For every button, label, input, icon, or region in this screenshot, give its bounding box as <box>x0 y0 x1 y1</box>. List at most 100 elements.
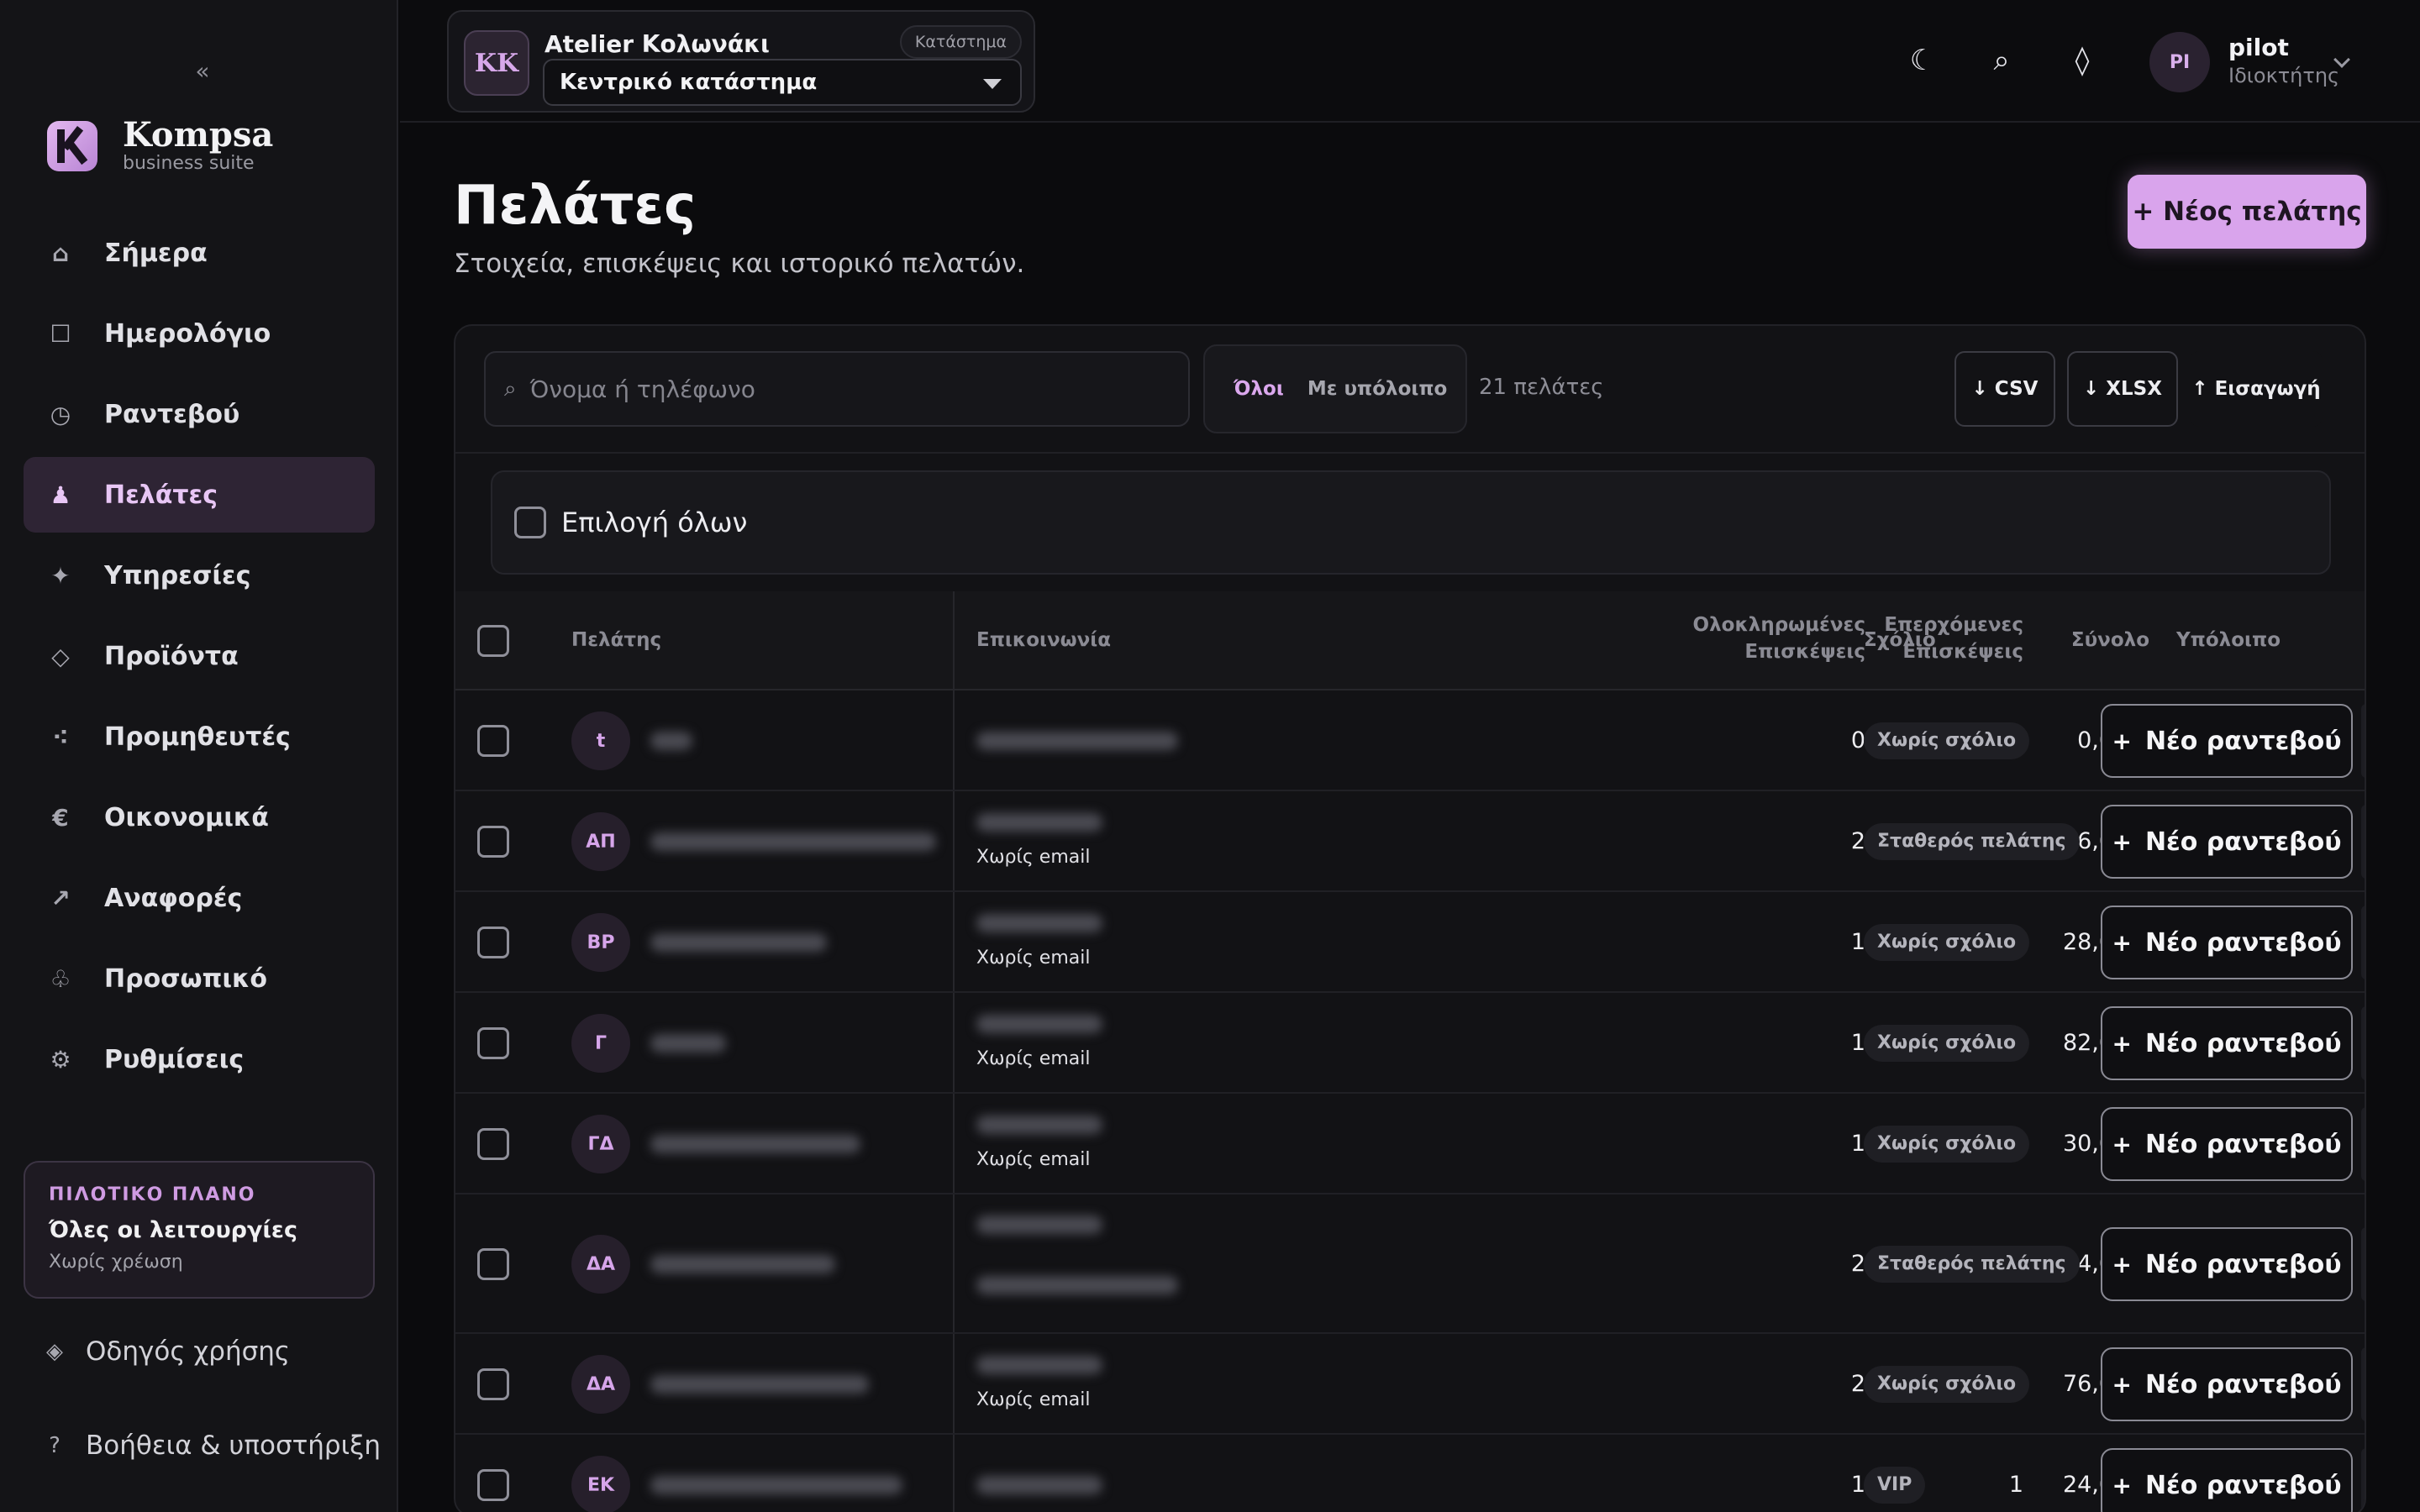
row-checkbox[interactable] <box>477 1368 509 1400</box>
new-appointment-button[interactable]: + Νέο ραντεβού <box>2101 1347 2353 1421</box>
sidebar-item-5[interactable]: ◇ Προϊόντα <box>24 618 375 694</box>
sidebar-item-10[interactable]: ⚙ Ρυθμίσεις <box>24 1021 375 1097</box>
user-name[interactable]: pilot <box>2228 34 2289 61</box>
new-appointment-button[interactable]: + Νέο ραντεβού <box>2101 906 2353 979</box>
client-avatar: ΔΑ <box>571 1355 630 1414</box>
sidebar-item-4[interactable]: ✦ Υπηρεσίες <box>24 538 375 613</box>
table-row[interactable]: t000,00 €0,00 €+Νέο ραντεβούΧωρίς σχόλιο <box>455 690 2365 791</box>
sidebar-item-6[interactable]: ⁖ Προμηθευτές <box>24 699 375 774</box>
client-avatar: ΔΑ <box>571 1235 630 1294</box>
page-title: Πελάτες <box>454 175 697 237</box>
no-email-text: Χωρίς email <box>976 1149 1091 1170</box>
store-switcher[interactable]: KK Atelier Κολωνάκι Κατάστημα Κεντρικό κ… <box>447 10 1035 113</box>
note-badge: Χωρίς σχόλιο <box>1864 1366 2030 1403</box>
row-checkbox[interactable] <box>477 1027 509 1059</box>
sidebar-item-label: Υπηρεσίες <box>104 560 251 591</box>
table-row[interactable]: ΒΡΧωρίς email1128,00 €0,00 €+Νέο ραντεβο… <box>455 892 2365 993</box>
diamond-icon[interactable]: ◊ <box>2064 42 2101 79</box>
row-checkbox[interactable] <box>477 927 509 958</box>
client-name-redacted[interactable] <box>650 1255 835 1273</box>
client-name-redacted[interactable] <box>650 1034 726 1053</box>
select-all-checkbox[interactable] <box>514 507 546 538</box>
new-appointment-button[interactable]: + Νέο ραντεβού <box>2101 704 2353 778</box>
select-all-bar[interactable]: Επιλογή όλων <box>491 470 2331 575</box>
new-appointment-button[interactable]: + Νέο ραντεβού <box>2101 805 2353 879</box>
note-badge: VIP <box>1864 1467 1926 1504</box>
client-phone-redacted <box>976 1356 1102 1374</box>
branch-select[interactable]: Κεντρικό κατάστημα <box>543 59 1022 106</box>
client-avatar: ΑΠ <box>571 812 630 871</box>
row-checkbox[interactable] <box>477 1128 509 1160</box>
column-divider <box>953 993 955 1092</box>
client-avatar: ΒΡ <box>571 913 630 972</box>
sidebar-item-3[interactable]: ♟ Πελάτες <box>24 457 375 533</box>
column-divider <box>953 1334 955 1433</box>
row-overflow-edge <box>2361 805 2365 879</box>
help-support-link[interactable]: ? Βοήθεια & υποστήριξη <box>42 1425 381 1467</box>
row-checkbox[interactable] <box>477 1248 509 1280</box>
table-row[interactable]: ΑΠΧωρίς email2076,00 €0,00 €+Νέο ραντεβο… <box>455 791 2365 892</box>
plan-tag: ΠΙΛΟΤΙΚΟ ΠΛΑΝΟ <box>49 1184 256 1205</box>
export-csv-button[interactable]: ↓ CSV <box>1954 351 2055 427</box>
row-checkbox[interactable] <box>477 1469 509 1501</box>
moon-icon[interactable]: ☾ <box>1904 42 1941 79</box>
search-input[interactable]: ⌕ Όνομα ή τηλέφωνο <box>484 351 1190 427</box>
row-checkbox[interactable] <box>477 725 509 757</box>
table-row[interactable]: ΔΑΧωρίς email2076,00 €0,00 €+Νέο ραντεβο… <box>455 1334 2365 1435</box>
help-support-label: Βοήθεια & υποστήριξη <box>86 1431 381 1461</box>
header-completed[interactable]: Ολοκληρωμένες Επισκέψεις <box>1632 612 1865 665</box>
kompsa-logo-icon <box>47 121 97 171</box>
client-name-redacted[interactable] <box>650 732 692 750</box>
sparkle-icon: ✦ <box>50 561 71 590</box>
brand[interactable]: Kompsa business suite <box>47 116 273 176</box>
completed-visits: 2 <box>1850 1251 1865 1277</box>
sidebar-item-1[interactable]: ☐ Ημερολόγιο <box>24 296 375 371</box>
filter-all[interactable]: Όλοι <box>1222 366 1296 412</box>
sidebar-item-0[interactable]: ⌂ Σήμερα <box>24 215 375 291</box>
table-row[interactable]: ΔΑ20134,00 €0,00 €+Νέο ραντεβούΣταθερός … <box>455 1194 2365 1334</box>
clock-icon: ◷ <box>50 400 71 428</box>
sidebar-item-9[interactable]: ♧ Προσωπικό <box>24 941 375 1016</box>
user-guide-link[interactable]: ◈ Οδηγός χρήσης <box>42 1331 290 1373</box>
header-balance[interactable]: Υπόλοιπο <box>2161 627 2281 654</box>
client-name-redacted[interactable] <box>650 1135 860 1153</box>
new-appointment-label: Νέο ραντεβού <box>2144 1028 2342 1058</box>
filter-with-balance[interactable]: Με υπόλοιπο <box>1296 366 1460 412</box>
topbar: KK Atelier Κολωνάκι Κατάστημα Κεντρικό κ… <box>400 0 2420 123</box>
table-row[interactable]: ΕΚ1124,00 €0,00 €+Νέο ραντεβούVIP <box>455 1435 2365 1512</box>
header-total[interactable]: Σύνολο <box>2035 627 2149 654</box>
new-appointment-button[interactable]: + Νέο ραντεβού <box>2101 1006 2353 1080</box>
collapse-sidebar-icon[interactable]: « <box>190 59 215 84</box>
client-avatar: ΓΔ <box>571 1115 630 1173</box>
sidebar-item-8[interactable]: ↗ Αναφορές <box>24 860 375 936</box>
client-phone-redacted <box>976 1116 1102 1134</box>
header-note[interactable]: Σχόλιο <box>1864 627 1936 654</box>
new-appointment-button[interactable]: + Νέο ραντεβού <box>2101 1227 2353 1301</box>
export-xlsx-button[interactable]: ↓ XLSX <box>2067 351 2178 427</box>
column-divider <box>953 690 955 790</box>
row-overflow-edge <box>2361 704 2365 778</box>
plan-subtitle: Χωρίς χρέωση <box>49 1252 183 1273</box>
client-name-redacted[interactable] <box>650 1476 902 1494</box>
header-client[interactable]: Πελάτης <box>571 627 661 654</box>
search-icon[interactable]: ⌕ <box>1983 42 2020 79</box>
header-checkbox[interactable] <box>477 625 509 657</box>
table-row[interactable]: ΓΧωρίς email1182,00 €0,00 €+Νέο ραντεβού… <box>455 993 2365 1094</box>
caret-down-icon <box>983 79 1002 89</box>
user-avatar[interactable]: PI <box>2149 32 2210 92</box>
new-appointment-button[interactable]: + Νέο ραντεβού <box>2101 1107 2353 1181</box>
store-avatar: KK <box>464 30 529 96</box>
new-client-button[interactable]: + Νέος πελάτης <box>2128 175 2366 249</box>
client-name-redacted[interactable] <box>650 933 827 952</box>
sidebar-item-7[interactable]: € Οικονομικά <box>24 780 375 855</box>
sidebar-item-label: Ρυθμίσεις <box>104 1044 245 1074</box>
table-row[interactable]: ΓΔΧωρίς email1130,00 €0,00 €+Νέο ραντεβο… <box>455 1094 2365 1194</box>
client-name-redacted[interactable] <box>650 832 936 851</box>
sidebar-item-2[interactable]: ◷ Ραντεβού <box>24 376 375 452</box>
client-name-redacted[interactable] <box>650 1375 869 1394</box>
row-checkbox[interactable] <box>477 826 509 858</box>
new-appointment-button[interactable]: + Νέο ραντεβού <box>2101 1448 2353 1512</box>
import-button[interactable]: ↑ Εισαγωγή <box>2190 351 2323 427</box>
header-contact[interactable]: Επικοινωνία <box>976 627 1111 654</box>
note-badge: Χωρίς σχόλιο <box>1864 1126 2030 1163</box>
